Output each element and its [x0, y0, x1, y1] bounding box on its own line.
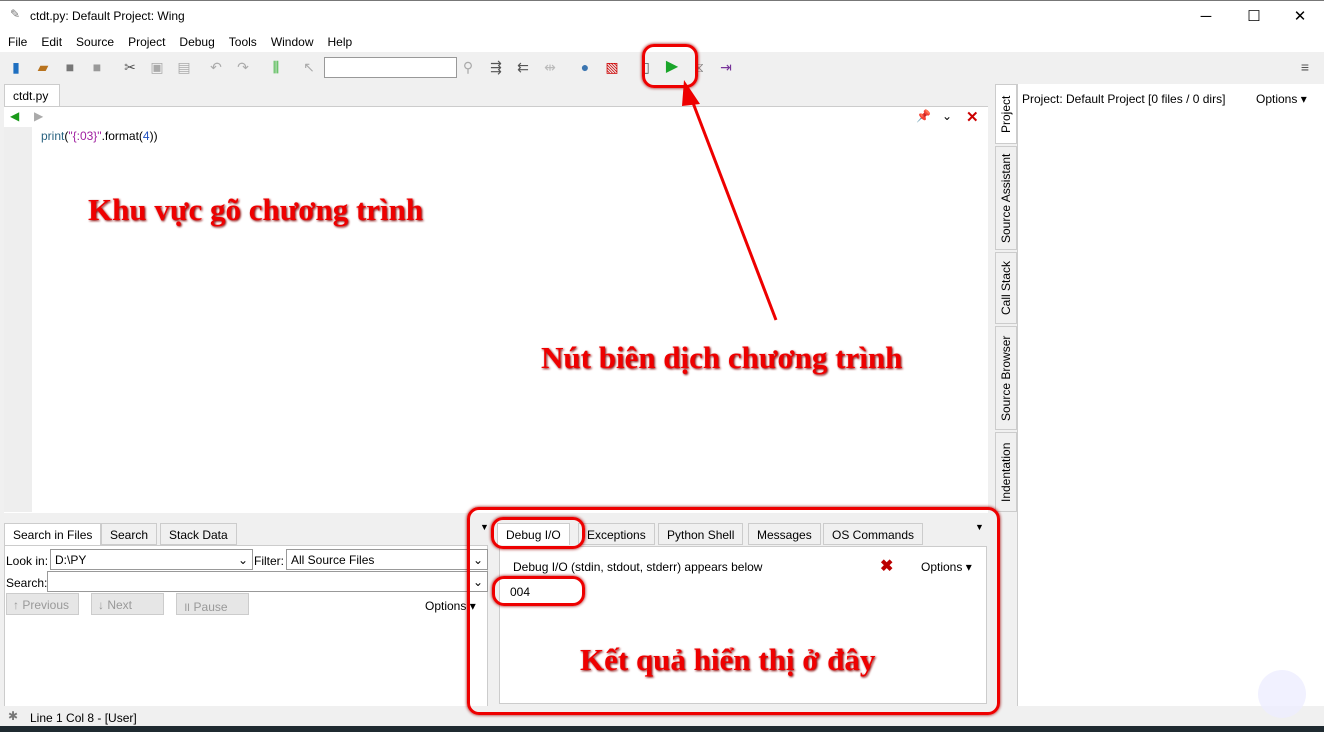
output-annotation: Kết quả hiển thị ở đây [580, 642, 876, 677]
btn-watermark-logo [1258, 670, 1306, 718]
run-annotation: Nút biên dịch chương trình [541, 340, 903, 375]
editor-annotation: Khu vực gõ chương trình [88, 192, 424, 227]
